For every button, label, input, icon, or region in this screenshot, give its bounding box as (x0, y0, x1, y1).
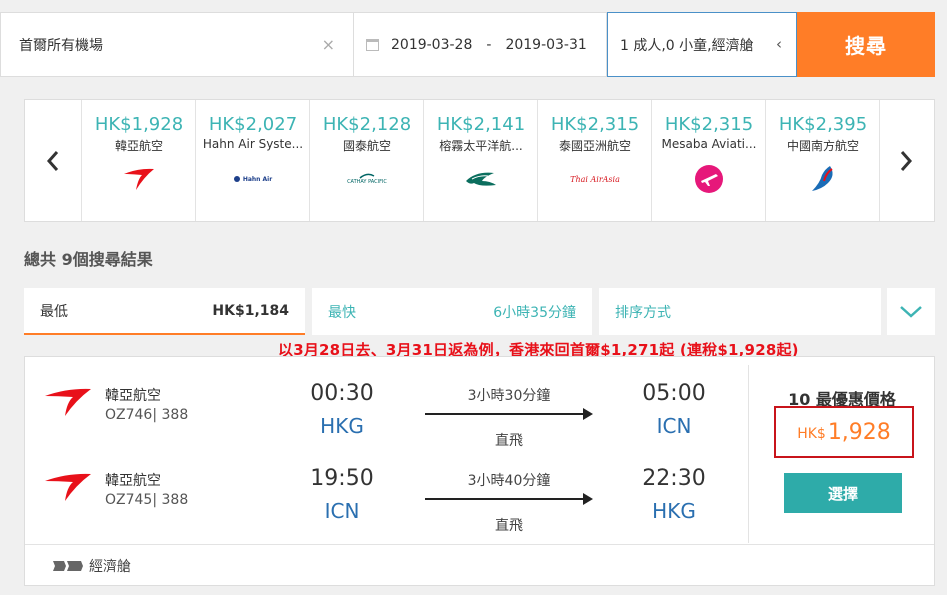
date-to: 2019-03-31 (505, 36, 587, 53)
date-separator: - (486, 36, 492, 53)
price-highlight: HK$ 1,928 (774, 406, 914, 458)
airline-name: 韓亞航空 (105, 388, 161, 404)
tab-cheapest[interactable]: 最低 HK$1,184 (24, 288, 305, 335)
flight-duration: 3小時40分鐘 (467, 473, 551, 489)
cathay-logo-text: CATHAY PACIFIC (347, 179, 387, 185)
airline-name: Hahn Air Syste... (202, 137, 304, 151)
flight-arrow (425, 493, 593, 505)
arrival-airport: ICN (656, 414, 692, 438)
select-button[interactable]: 選擇 (784, 473, 902, 513)
seat-icon (53, 560, 83, 571)
departure-airport: ICN (324, 499, 360, 523)
arrival-airport: HKG (652, 499, 696, 523)
airline-name: 中國南方航空 (786, 139, 859, 153)
mesaba-logo-icon (652, 162, 766, 196)
search-button[interactable]: 搜尋 (797, 12, 935, 77)
carousel-item-mesaba[interactable]: HK$2,315 Mesaba Aviati... (651, 100, 766, 221)
hahn-air-logo-text: Hahn Air (242, 175, 273, 183)
flight-result-card: 韓亞航空 OZ746| 388 00:30 HKG 3小時30分鐘 直飛 05:… (24, 356, 935, 586)
tab-fastest[interactable]: 最快 6小時35分鐘 (312, 288, 592, 335)
carousel-item-china-southern[interactable]: HK$2,395 中國南方航空 (765, 100, 880, 221)
departure-time: 19:50 (310, 466, 374, 491)
flight-duration: 3小時30分鐘 (467, 388, 551, 404)
price-amount: 1,928 (827, 419, 891, 445)
airline-price: HK$2,027 (208, 114, 298, 135)
airline-name: 泰國亞洲航空 (558, 139, 631, 153)
airline-name: 韓亞航空 (114, 139, 163, 153)
airline-name: 韓亞航空 (105, 473, 161, 489)
chevron-left-icon: ‹ (776, 35, 782, 53)
airline-price: HK$2,141 (436, 114, 526, 135)
airline-price: HK$2,128 (322, 114, 412, 135)
stops-label: 直飛 (495, 518, 523, 534)
flight-leg-return: 韓亞航空 OZ745| 388 19:50 ICN 3小時40分鐘 直飛 22:… (25, 442, 745, 534)
airasia-logo-icon: Thai AirAsia (538, 162, 652, 196)
airline-name: 榕霧太平洋航... (439, 139, 523, 153)
departure-time: 00:30 (310, 381, 374, 406)
airline-price: HK$2,315 (664, 114, 754, 135)
destination-field[interactable]: 首爾所有機場 × (0, 12, 354, 77)
chevron-down-icon (900, 305, 922, 318)
date-range-field[interactable]: 2019-03-28 - 2019-03-31 (354, 12, 607, 77)
carousel-item-cathay-pacific[interactable]: HK$2,128 國泰航空 CATHAY PACIFIC (309, 100, 424, 221)
airasia-logo-text: Thai AirAsia (570, 174, 620, 184)
chevron-left-icon (46, 150, 59, 171)
passengers-field[interactable]: 1 成人,0 小童,經濟艙 ‹ (607, 12, 797, 77)
date-from: 2019-03-28 (391, 36, 473, 53)
hahn-air-dot (233, 176, 240, 182)
airline-name: 國泰航空 (342, 139, 391, 153)
clear-icon[interactable]: × (322, 35, 335, 54)
chevron-right-icon (900, 150, 913, 171)
destination-value: 首爾所有機場 (19, 37, 103, 54)
arrival-time: 22:30 (642, 466, 706, 491)
asiana-logo-icon (45, 388, 91, 416)
airline-price: HK$2,315 (550, 114, 640, 135)
results-summary: 總共 9個搜尋結果 (24, 250, 153, 269)
cathay-pacific-logo-icon: CATHAY PACIFIC (310, 162, 424, 196)
tab-sort-by[interactable]: 排序方式 (599, 288, 881, 335)
tab-sort-by-label: 排序方式 (615, 304, 671, 321)
carousel-item-thai-airasia[interactable]: HK$2,315 泰國亞洲航空 Thai AirAsia (537, 100, 652, 221)
carousel-item-asiana[interactable]: HK$1,928 韓亞航空 (81, 100, 196, 221)
airline-price: HK$2,395 (778, 114, 868, 135)
cabin-label: 經濟艙 (89, 558, 131, 575)
tab-cheapest-value: HK$1,184 (212, 302, 289, 319)
arrival-time: 05:00 (642, 381, 706, 406)
tab-fastest-label: 最快 (328, 304, 356, 321)
sort-expand-button[interactable] (887, 288, 935, 335)
cathay-dragon-logo-icon (424, 162, 538, 196)
airline-name: Mesaba Aviati... (661, 137, 757, 151)
cabin-class: 經濟艙 (25, 544, 934, 586)
asiana-logo-icon (82, 162, 196, 196)
china-southern-logo-icon (766, 162, 880, 196)
price-divider (748, 365, 749, 543)
departure-airport: HKG (320, 414, 364, 438)
flight-leg-outbound: 韓亞航空 OZ746| 388 00:30 HKG 3小時30分鐘 直飛 05:… (25, 357, 745, 449)
passengers-value: 1 成人,0 小童,經濟艙 (620, 37, 754, 54)
flight-arrow (425, 408, 593, 420)
flight-number: OZ746| 388 (105, 407, 189, 423)
carousel-next-button[interactable] (878, 100, 934, 221)
hahn-air-logo-icon: Hahn Air (196, 162, 310, 196)
carousel-item-hahn-air[interactable]: HK$2,027 Hahn Air Syste... Hahn Air (195, 100, 310, 221)
tab-cheapest-label: 最低 (40, 303, 68, 320)
calendar-icon (366, 38, 379, 51)
airline-price: HK$1,928 (94, 114, 184, 135)
asiana-logo-icon (45, 473, 91, 501)
search-bar: 首爾所有機場 × 2019-03-28 - 2019-03-31 1 成人,0 … (0, 12, 935, 77)
flight-number: OZ745| 388 (105, 492, 189, 508)
airline-carousel: HK$1,928 韓亞航空 HK$2,027 Hahn Air Syste...… (24, 99, 935, 222)
carousel-item-cathay-dragon[interactable]: HK$2,141 榕霧太平洋航... (423, 100, 538, 221)
tab-fastest-value: 6小時35分鐘 (493, 304, 576, 321)
carousel-prev-button[interactable] (25, 100, 81, 221)
price-currency: HK$ (797, 426, 826, 442)
sort-tabs: 最低 HK$1,184 最快 6小時35分鐘 排序方式 (24, 288, 935, 335)
